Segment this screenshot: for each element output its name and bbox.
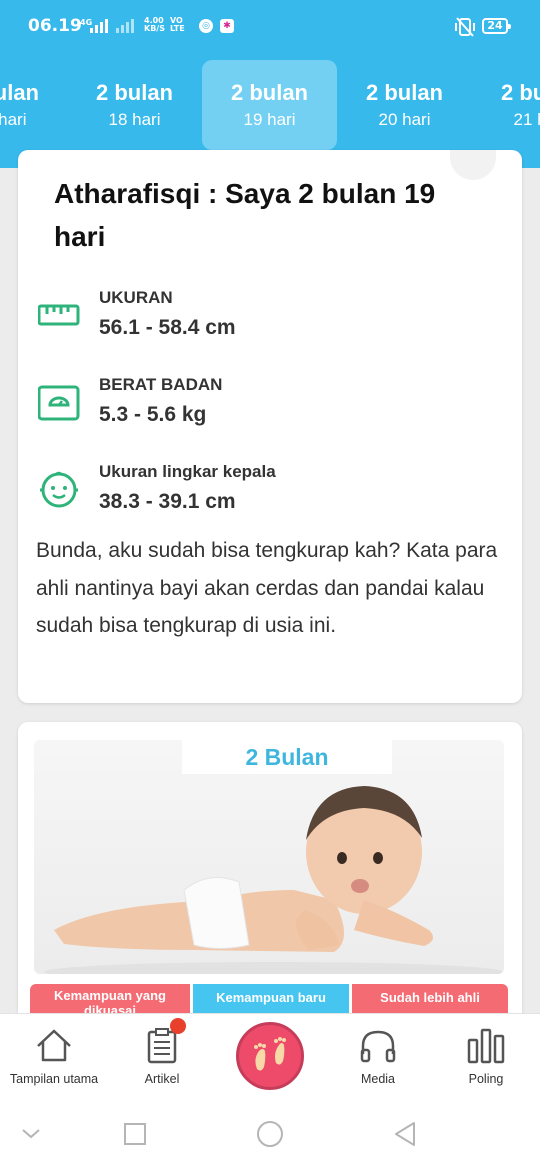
ruler-icon: [38, 304, 80, 326]
age-tab[interactable]: 2 bulan 21 hari: [472, 60, 540, 150]
footprints-button[interactable]: [236, 1022, 304, 1090]
footprints-icon: [254, 1037, 286, 1071]
app-header: 06.19 4G 4.00KB/S VOLTE ◎ ✱ 24 2 bulan 1…: [0, 0, 540, 168]
nav-label: Tampilan utama: [9, 1072, 99, 1086]
scale-icon: [38, 385, 80, 421]
age-tab-days: 20 hari: [378, 110, 431, 129]
nav-articles[interactable]: Artikel: [108, 1014, 216, 1102]
signal-icon: [90, 19, 134, 33]
age-tab-months: 2 bulan: [0, 80, 39, 105]
metric-weight: BERAT BADAN 5.3 - 5.6 kg: [38, 375, 498, 445]
volte-indicator: VO LTE: [170, 16, 185, 33]
battery-indicator: 24: [482, 18, 511, 34]
whatsapp-notification-icon: ◎: [199, 19, 213, 33]
metric-value: 38.3 - 39.1 cm: [99, 490, 236, 513]
app-notification-icon: ✱: [220, 19, 234, 33]
notification-badge: [170, 1018, 186, 1034]
age-tab-days: 18 hari: [108, 110, 161, 129]
age-tab-months: 2 bulan: [500, 80, 540, 105]
bottom-navigation: Tampilan utama Artikel Media Poling: [0, 1013, 540, 1102]
nav-poll[interactable]: Poling: [432, 1014, 540, 1102]
metric-value: 5.3 - 5.6 kg: [99, 403, 207, 426]
headphones-icon: [360, 1030, 396, 1063]
metric-head-circumference: Ukuran lingkar kepala 38.3 - 39.1 cm: [38, 462, 498, 532]
age-tab-active[interactable]: 2 bulan 19 hari: [202, 60, 337, 150]
status-bar: 06.19 4G 4.00 KB/S VO LTE ◎ ✱ 24: [0, 0, 540, 55]
metric-label: Ukuran lingkar kepala: [99, 462, 276, 481]
age-tab-months: 2 bulan: [230, 80, 308, 105]
age-tab-months: 2 bulan: [365, 80, 443, 105]
metric-label: UKURAN: [99, 288, 173, 307]
nav-label: Media: [360, 1072, 396, 1086]
nav-label: Poling: [468, 1072, 504, 1086]
baby-face-icon: [40, 471, 78, 508]
nav-label: Artikel: [144, 1072, 180, 1086]
age-tab-days: 17 hari: [0, 110, 27, 129]
age-tab-months: 2 bulan: [95, 80, 173, 105]
milestone-description: Bunda, aku sudah bisa tengkurap kah? Kat…: [36, 539, 498, 637]
baby-illustration: [44, 786, 504, 974]
status-time: 06.19: [28, 16, 82, 36]
system-navigation-bar: [0, 1101, 540, 1170]
milestone-image-card[interactable]: 2 Bulan Kemampuan yang dikuasai Kemampua…: [18, 722, 522, 1022]
home-icon: [37, 1029, 71, 1062]
back-icon[interactable]: [393, 1121, 417, 1147]
chevron-down-icon[interactable]: [20, 1127, 42, 1141]
nav-media[interactable]: Media: [324, 1014, 432, 1102]
age-tab[interactable]: 2 bulan 17 hari: [0, 60, 68, 150]
age-tab-days: 21 hari: [513, 110, 540, 129]
metric-value: 56.1 - 58.4 cm: [99, 316, 236, 339]
age-tab-strip[interactable]: 2 bulan 17 hari 2 bulan 18 hari 2 bulan …: [0, 60, 540, 150]
age-tab-days: 19 hari: [243, 110, 296, 129]
metric-length: UKURAN 56.1 - 58.4 cm: [38, 288, 498, 358]
network-speed: 4.00 KB/S: [144, 16, 165, 33]
baby-info-card: Atharafisqi : Saya 2 bulan 19 hari UKURA…: [18, 150, 522, 703]
baby-photo: 2 Bulan: [34, 740, 504, 974]
recent-apps-icon[interactable]: [123, 1122, 147, 1146]
vibrate-off-icon: [455, 17, 475, 37]
metric-label: BERAT BADAN: [99, 375, 223, 394]
nav-home[interactable]: Tampilan utama: [0, 1014, 108, 1102]
age-tab[interactable]: 2 bulan 18 hari: [67, 60, 202, 150]
poll-icon: [467, 1028, 505, 1064]
home-button-icon[interactable]: [256, 1120, 284, 1148]
page-title: Atharafisqi : Saya 2 bulan 19 hari: [54, 178, 436, 252]
age-tab[interactable]: 2 bulan 20 hari: [337, 60, 472, 150]
